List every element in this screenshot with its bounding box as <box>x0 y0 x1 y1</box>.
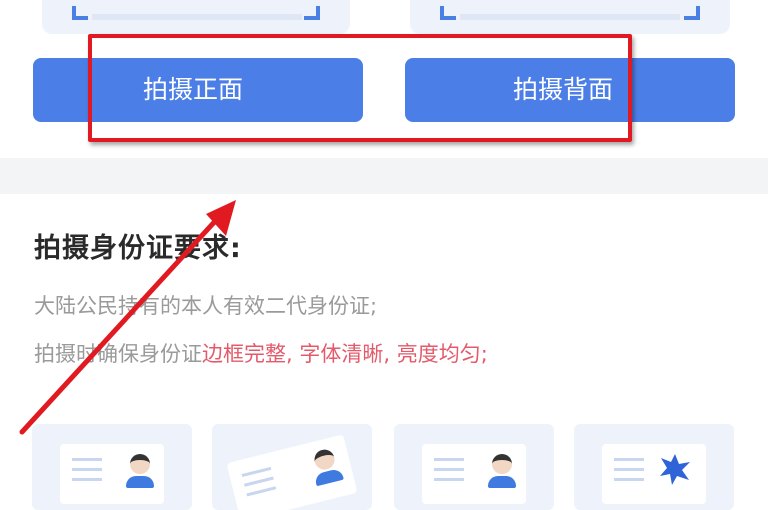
example-card-tilted <box>212 424 372 510</box>
back-card-frame <box>410 0 730 34</box>
obscured-example-icon <box>602 444 706 504</box>
annotation-highlight-box <box>88 34 632 142</box>
example-card-standard-2 <box>394 424 554 510</box>
requirement-line-2-highlight: 边框完整, 字体清晰, 亮度均匀; <box>202 342 488 366</box>
requirements-title: 拍摄身份证要求: <box>34 233 242 264</box>
frame-corner-icon <box>72 6 88 20</box>
example-card-standard <box>32 424 192 510</box>
requirement-line-1: 大陆公民持有的本人有效二代身份证; <box>34 294 378 318</box>
standard-example-icon <box>422 444 526 504</box>
requirement-line-2-prefix: 拍摄时确保身份证 <box>34 342 202 366</box>
capture-area: 拍摄正面 拍摄背面 <box>0 0 768 158</box>
example-card-obscured <box>574 424 734 510</box>
ink-blot-icon <box>660 454 690 485</box>
frame-line <box>92 14 302 20</box>
section-divider <box>0 158 768 194</box>
frame-corner-icon <box>304 6 320 20</box>
example-cards <box>0 424 768 510</box>
tilted-example-icon <box>226 434 358 510</box>
frame-corner-icon <box>684 6 700 20</box>
frame-line <box>460 14 680 20</box>
frame-corner-icon <box>440 6 456 20</box>
standard-example-icon <box>60 444 164 504</box>
front-card-frame <box>42 0 350 34</box>
requirement-line-2: 拍摄时确保身份证边框完整, 字体清晰, 亮度均匀; <box>34 338 488 368</box>
